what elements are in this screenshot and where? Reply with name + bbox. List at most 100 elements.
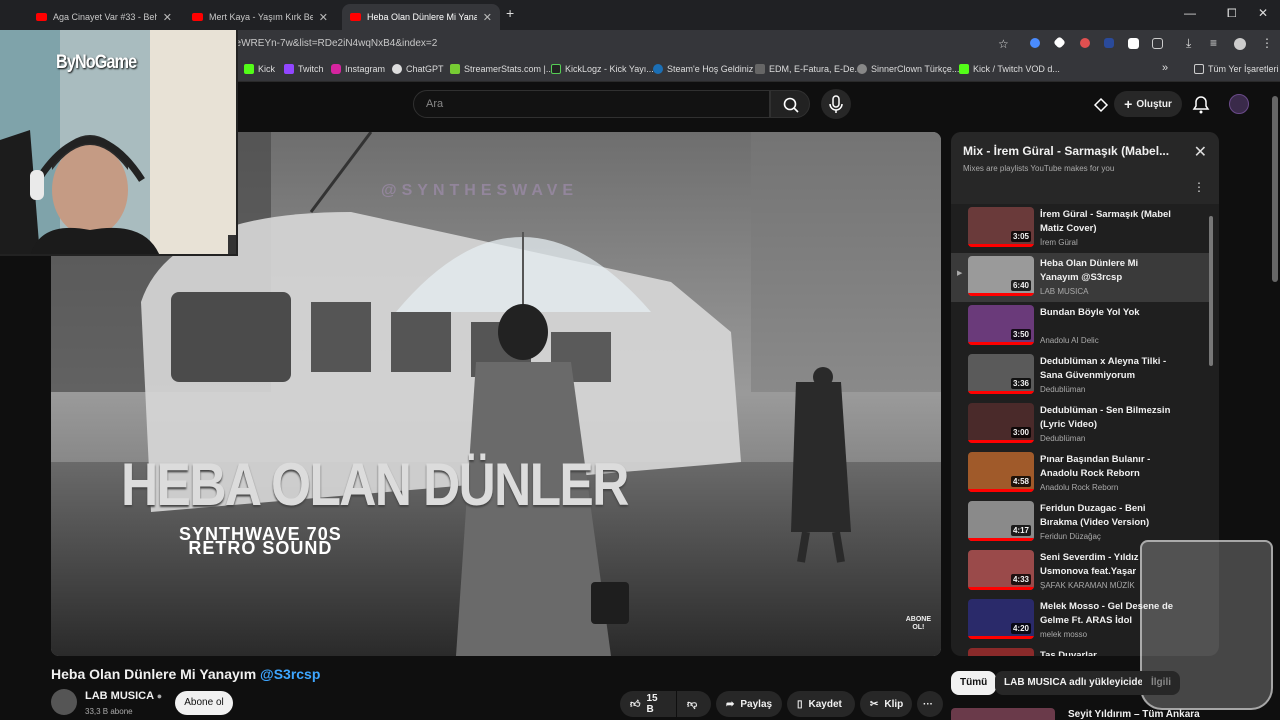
voice-search-button[interactable] bbox=[821, 89, 851, 119]
extension-icon[interactable] bbox=[1128, 38, 1139, 49]
watched-progress-bar bbox=[968, 587, 1034, 590]
extension-icon[interactable] bbox=[1030, 38, 1040, 48]
save-button[interactable]: ▯ Kaydet bbox=[787, 691, 855, 717]
watched-progress-bar bbox=[968, 489, 1034, 492]
playlist-item-channel: melek mosso bbox=[1040, 630, 1088, 639]
chip-related[interactable]: İlgili bbox=[1142, 671, 1180, 695]
bookmark-kicklogz[interactable]: KickLogz - Kick Yayı... bbox=[551, 64, 654, 74]
video-watermark: @SYNTHESWAVE bbox=[381, 182, 579, 199]
share-icon: ➦ bbox=[726, 698, 735, 710]
browser-menu-icon[interactable]: ⋮ bbox=[1261, 36, 1273, 50]
bookmark-kick[interactable]: Kick bbox=[244, 64, 275, 74]
save-label: Kaydet bbox=[808, 698, 842, 710]
playlist-item[interactable]: 4:58 Pınar Başından Bulanır - Anadolu Roc… bbox=[951, 449, 1209, 498]
browser-tab-active[interactable]: Heba Olan Dünlere Mi Yana ✕ bbox=[342, 4, 500, 30]
close-tab-icon[interactable]: ✕ bbox=[319, 11, 328, 24]
channel-avatar[interactable] bbox=[51, 689, 77, 715]
next-video-thumbnail[interactable] bbox=[951, 708, 1055, 720]
bookmark-label: SinnerClown Türkçe... bbox=[871, 64, 960, 74]
maximize-button[interactable]: ⧠ bbox=[1227, 6, 1237, 21]
new-tab-button[interactable]: + bbox=[506, 5, 514, 21]
playlist-scrollbar[interactable] bbox=[1209, 216, 1213, 366]
close-tab-icon[interactable]: ✕ bbox=[163, 11, 172, 24]
playlist-item-title: Dedublüman x Aleyna Tilki - Sana Güvenmi… bbox=[1040, 356, 1167, 381]
extensions-puzzle-icon[interactable] bbox=[1152, 38, 1163, 49]
premium-diamond-icon[interactable] bbox=[1092, 96, 1110, 114]
notifications-bell-icon[interactable] bbox=[1192, 95, 1210, 115]
chatgpt-icon bbox=[392, 64, 402, 74]
playlist-thumbnail: 6:40 bbox=[968, 256, 1034, 296]
create-button[interactable]: + Oluştur bbox=[1114, 91, 1182, 117]
close-window-button[interactable]: ✕ bbox=[1258, 6, 1268, 20]
playlist-item[interactable]: 3:36 Dedublüman x Aleyna Tilki - Sana Güv… bbox=[951, 351, 1209, 400]
search-input[interactable]: Ara bbox=[413, 90, 770, 118]
close-icon[interactable]: ✕ bbox=[1194, 142, 1207, 162]
youtube-icon bbox=[192, 13, 203, 21]
clip-button[interactable]: ✂ Klip bbox=[860, 691, 912, 717]
bookmark-steam[interactable]: Steam'e Hoş Geldiniz bbox=[653, 64, 753, 74]
bookmark-sinnerclown[interactable]: SinnerClown Türkçe... bbox=[857, 64, 959, 74]
playlist-item[interactable]: 3:00 Dedublüman - Sen Bilmezsin (Lyric Vi… bbox=[951, 400, 1209, 449]
duration-badge: 4:33 bbox=[1010, 574, 1031, 585]
playlist-header: Mix - İrem Güral - Sarmaşık (Mabel... Mi… bbox=[951, 132, 1219, 204]
playlist-item-channel: Dedublüman bbox=[1040, 385, 1086, 394]
playlist-item-title: Heba Olan Dünlere Mi Yanayım @S3rcsp bbox=[1040, 258, 1139, 283]
playlist-item-channel: İrem Güral bbox=[1040, 238, 1078, 247]
profile-avatar-icon[interactable] bbox=[1234, 38, 1246, 50]
bookmark-chatgpt[interactable]: ChatGPT bbox=[392, 64, 444, 74]
playlist-title[interactable]: Mix - İrem Güral - Sarmaşık (Mabel... bbox=[963, 144, 1179, 158]
like-button[interactable]: 👍︎ 15 B bbox=[620, 691, 676, 717]
video-frame-subtitle: SYNTHWAVE 70S RETRO SOUND bbox=[179, 525, 342, 557]
dislike-button[interactable]: 👎︎ bbox=[677, 691, 711, 717]
bookmarks-overflow-button[interactable]: » bbox=[1162, 62, 1168, 74]
reading-list-icon[interactable]: ≡ bbox=[1210, 36, 1217, 50]
bookmark-kick-twitch-vod[interactable]: Kick / Twitch VOD d... bbox=[959, 64, 1060, 74]
playlist-thumbnail: 3:50 bbox=[968, 305, 1034, 345]
channel-name[interactable]: LAB MUSICA ● bbox=[85, 690, 162, 702]
browser-tab[interactable]: Aga Cinayet Var #33 - Behzat Ç ✕ bbox=[28, 4, 180, 30]
close-tab-icon[interactable]: ✕ bbox=[483, 11, 492, 24]
extension-icon[interactable] bbox=[1104, 38, 1114, 48]
playlist-thumbnail: 3:00 bbox=[968, 403, 1034, 443]
plus-icon: + bbox=[1124, 96, 1133, 112]
globe-icon bbox=[857, 64, 867, 74]
bookmark-label: Tüm Yer İşaretleri bbox=[1208, 64, 1279, 74]
mention-link[interactable]: @S3rcsp bbox=[260, 666, 320, 682]
kick-icon bbox=[244, 64, 254, 74]
playlist-item-title: Bundan Böyle Yol Yok bbox=[1040, 307, 1140, 318]
bookmark-instagram[interactable]: Instagram bbox=[331, 64, 385, 74]
browser-tab[interactable]: Mert Kaya - Yaşım Kırk Beş Olm ✕ bbox=[184, 4, 336, 30]
watched-progress-bar bbox=[968, 440, 1034, 443]
playlist-thumbnail: 4:33 bbox=[968, 550, 1034, 590]
bookmark-edm[interactable]: EDM, E-Fatura, E-De... bbox=[755, 64, 862, 74]
page-scrollbar[interactable] bbox=[1272, 96, 1278, 282]
next-video-title[interactable]: Seyit Yıldırım – Tüm Ankara bbox=[1068, 709, 1200, 720]
bookmark-star-icon[interactable]: ☆ bbox=[998, 37, 1009, 51]
account-avatar[interactable] bbox=[1229, 94, 1249, 114]
youtube-icon bbox=[36, 13, 47, 21]
watched-progress-bar bbox=[968, 391, 1034, 394]
minimize-button[interactable]: — bbox=[1184, 6, 1196, 20]
streamer-webcam-overlay: ByNoGame bbox=[0, 30, 238, 256]
bookmark-twitch[interactable]: Twitch bbox=[284, 64, 324, 74]
duration-badge: 3:05 bbox=[1010, 231, 1031, 242]
search-placeholder: Ara bbox=[426, 98, 444, 110]
playlist-more-icon[interactable]: ⋮ bbox=[1193, 180, 1205, 194]
share-button[interactable]: ➦ Paylaş bbox=[716, 691, 782, 717]
playlist-item[interactable]: 3:05 İrem Güral - Sarmaşık (Mabel Matiz C… bbox=[951, 204, 1209, 253]
download-icon[interactable]: ⤓ bbox=[1186, 36, 1191, 51]
video-title: Heba Olan Dünlere Mi Yanayım @S3rcsp bbox=[51, 666, 320, 682]
playlist-item[interactable]: 3:50 Bundan Böyle Yol Yok Anadolu AI Delic bbox=[951, 302, 1209, 351]
extension-icon[interactable] bbox=[1080, 38, 1090, 48]
chip-from-uploader[interactable]: LAB MUSICA adlı yükleyiciden bbox=[995, 671, 1159, 695]
subscribe-button[interactable]: Abone ol bbox=[175, 691, 233, 715]
chip-all[interactable]: Tümü bbox=[951, 671, 997, 695]
more-actions-button[interactable]: ··· bbox=[917, 691, 943, 717]
playlist-item-current[interactable]: ▶ 6:40 Heba Olan Dünlere Mi Yanayım @S3rcs… bbox=[951, 253, 1209, 302]
extension-icon[interactable] bbox=[1053, 36, 1066, 49]
bookmark-streamerstats[interactable]: StreamerStats.com |... bbox=[450, 64, 553, 74]
bookmark-label: KickLogz - Kick Yayı... bbox=[565, 64, 654, 74]
address-bar[interactable]: 5eWREYn-7w&list=RDe2iN4wqNxB4&index=2 bbox=[230, 38, 437, 49]
all-bookmarks-folder[interactable]: Tüm Yer İşaretleri bbox=[1194, 64, 1279, 74]
search-button[interactable] bbox=[770, 90, 810, 118]
